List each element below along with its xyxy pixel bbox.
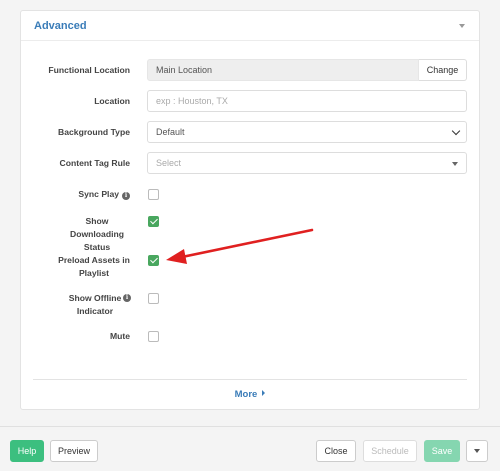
show-offline-indicator-checkbox[interactable]	[148, 293, 159, 304]
show-offline-indicator-label-text: Show Offline Indicator	[68, 293, 122, 316]
preload-assets-label: Preload Assets in Playlist	[58, 255, 130, 278]
functional-location-value: Main Location	[156, 65, 213, 75]
preview-button[interactable]: Preview	[50, 440, 98, 462]
change-location-button[interactable]: Change	[419, 59, 467, 81]
background-type-value: Default	[156, 127, 185, 137]
content-tag-rule-select[interactable]: Select	[147, 152, 467, 174]
caret-down-icon[interactable]	[459, 23, 465, 28]
close-button[interactable]: Close	[316, 440, 356, 462]
panel-divider	[33, 379, 467, 380]
show-offline-indicator-label: Show Offline Indicator	[60, 292, 130, 318]
more-actions-button[interactable]	[466, 440, 488, 462]
help-button[interactable]: Help	[10, 440, 44, 462]
sync-play-label-text: Sync Play	[78, 189, 119, 199]
functional-location-field: Main Location	[147, 59, 419, 81]
location-label: Location	[94, 96, 130, 106]
caret-down-icon	[452, 162, 458, 166]
settings-dialog: Advanced Functional Location Main Locati…	[0, 0, 500, 471]
mute-checkbox[interactable]	[148, 331, 159, 342]
advanced-panel-header[interactable]: Advanced	[21, 11, 479, 41]
dialog-footer: Help Preview Close Schedule Save	[0, 426, 500, 471]
background-type-select[interactable]: Default	[147, 121, 467, 143]
more-link[interactable]: More	[21, 389, 479, 400]
chevron-down-icon	[451, 126, 461, 136]
background-type-label: Background Type	[58, 127, 130, 137]
advanced-panel: Advanced Functional Location Main Locati…	[20, 10, 480, 410]
preload-assets-checkbox[interactable]	[148, 255, 159, 266]
caret-down-icon	[474, 449, 480, 453]
show-downloading-status-label: Show Downloading Status	[70, 216, 124, 252]
functional-location-label: Functional Location	[48, 65, 130, 75]
location-placeholder: exp : Houston, TX	[156, 96, 228, 106]
panel-title: Advanced	[34, 19, 87, 32]
save-button[interactable]: Save	[424, 440, 460, 462]
location-input[interactable]: exp : Houston, TX	[147, 90, 467, 112]
mute-label: Mute	[109, 331, 130, 341]
info-icon[interactable]: i	[122, 192, 130, 200]
content-tag-rule-placeholder: Select	[156, 158, 182, 168]
sync-play-label: Sync Play i	[78, 188, 130, 201]
info-icon[interactable]: i	[123, 294, 131, 302]
more-link-label: More	[234, 389, 258, 400]
show-downloading-status-checkbox[interactable]	[148, 216, 159, 227]
content-tag-rule-label: Content Tag Rule	[59, 158, 131, 168]
schedule-button[interactable]: Schedule	[363, 440, 417, 462]
sync-play-checkbox[interactable]	[148, 189, 159, 200]
caret-right-icon	[262, 390, 266, 396]
